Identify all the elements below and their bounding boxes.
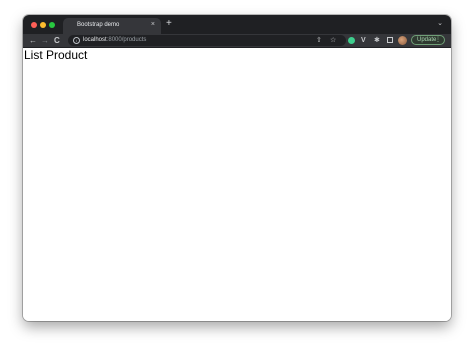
tab-bar: Bootstrap demo × + ⌄	[23, 15, 451, 34]
star-icon[interactable]: ☆	[330, 36, 336, 45]
vue-devtools-icon[interactable]: V	[361, 36, 366, 45]
vpn-extension-icon[interactable]	[348, 37, 355, 44]
tab-title: Bootstrap demo	[77, 22, 120, 28]
update-button[interactable]: Update ⋮	[411, 35, 445, 45]
share-icon[interactable]: ⇧	[316, 36, 322, 45]
address-bar[interactable]: i localhost:8000/products ⇧ ☆	[68, 35, 346, 46]
url-text[interactable]: localhost:8000/products	[83, 37, 146, 43]
zoom-window-button[interactable]	[49, 22, 55, 28]
side-panel-icon[interactable]	[387, 37, 393, 43]
menu-icon[interactable]: ⋮	[435, 36, 441, 44]
avatar[interactable]	[398, 36, 407, 45]
url-path: :8000/products	[106, 37, 147, 43]
update-label: Update	[417, 37, 437, 43]
tab-bootstrap-demo[interactable]: Bootstrap demo ×	[63, 18, 161, 34]
minimize-window-button[interactable]	[40, 22, 46, 28]
browser-window: Bootstrap demo × + ⌄ ← → C i localhost:8…	[23, 15, 451, 321]
url-host: localhost	[83, 37, 107, 43]
puzzle-icon[interactable]: ✱	[374, 36, 380, 45]
page-title: List Product	[24, 48, 88, 62]
tab-close-icon[interactable]: ×	[151, 21, 155, 29]
page-content: List Product	[23, 48, 451, 321]
new-tab-button[interactable]: +	[166, 19, 172, 29]
forward-button[interactable]: →	[41, 36, 49, 45]
tab-search-icon[interactable]: ⌄	[437, 20, 443, 28]
back-button[interactable]: ←	[29, 36, 37, 45]
browser-toolbar: ← → C i localhost:8000/products ⇧ ☆ V ✱ …	[23, 34, 451, 48]
reload-button[interactable]: C	[54, 36, 60, 45]
info-icon[interactable]: i	[73, 37, 80, 44]
close-window-button[interactable]	[31, 22, 37, 28]
